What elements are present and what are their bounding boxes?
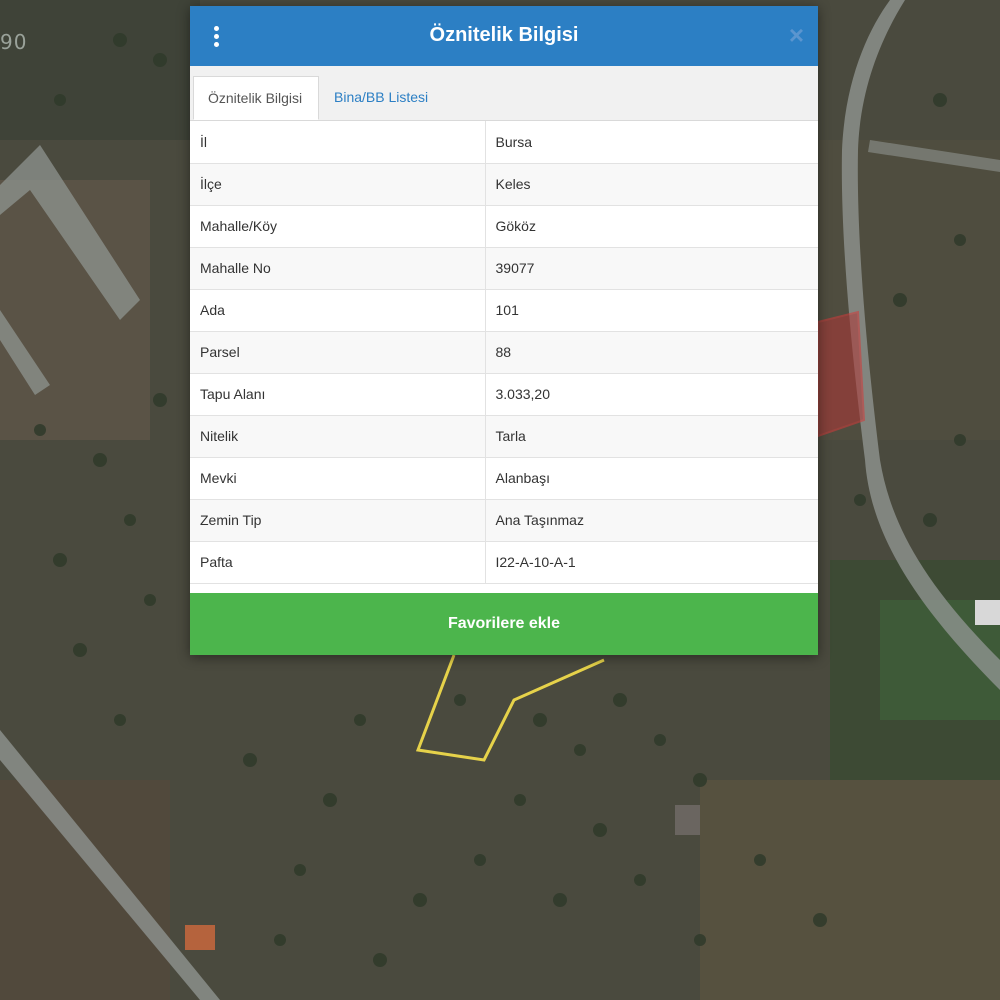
table-row: Tapu Alanı 3.033,20 [190, 373, 818, 416]
attribute-key: Tapu Alanı [190, 373, 486, 416]
attribute-key: Pafta [190, 541, 486, 584]
attribute-value: Keles [485, 163, 818, 206]
table-row: Zemin Tip Ana Taşınmaz [190, 499, 818, 542]
table-row: Mevki Alanbaşı [190, 457, 818, 500]
table-row: İlçe Keles [190, 163, 818, 206]
attribute-value: 88 [485, 331, 818, 374]
attribute-key: Mevki [190, 457, 486, 500]
attribute-value: 101 [485, 289, 818, 332]
table-row: Ada 101 [190, 289, 818, 332]
map-corner-label: 90 [0, 30, 28, 54]
attribute-value: Gököz [485, 205, 818, 248]
attribute-key: Nitelik [190, 415, 486, 458]
table-row: Pafta I22-A-10-A-1 [190, 541, 818, 584]
attribute-key: İlçe [190, 163, 486, 206]
add-to-favorites-button[interactable]: Favorilere ekle [190, 593, 818, 655]
tab-attribute-info[interactable]: Öznitelik Bilgisi [193, 76, 319, 120]
attribute-key: İl [190, 121, 486, 164]
table-row: İl Bursa [190, 121, 818, 164]
close-icon[interactable]: × [789, 20, 804, 50]
tab-building-list[interactable]: Bina/BB Listesi [320, 76, 442, 120]
attribute-key: Parsel [190, 331, 486, 374]
attribute-value: Ana Taşınmaz [485, 499, 818, 542]
attribute-value: 39077 [485, 247, 818, 290]
dialog-tabs: Öznitelik Bilgisi Bina/BB Listesi [190, 66, 818, 121]
dialog-header: Öznitelik Bilgisi × [190, 6, 818, 66]
table-row: Parsel 88 [190, 331, 818, 374]
table-row: Mahalle No 39077 [190, 247, 818, 290]
attribute-value: Bursa [485, 121, 818, 164]
attribute-key: Mahalle No [190, 247, 486, 290]
attribute-value: Alanbaşı [485, 457, 818, 500]
attribute-value: 3.033,20 [485, 373, 818, 416]
attribute-key: Zemin Tip [190, 499, 486, 542]
attribute-info-dialog: Öznitelik Bilgisi × Öznitelik Bilgisi Bi… [190, 6, 818, 655]
attribute-key: Mahalle/Köy [190, 205, 486, 248]
attribute-value: I22-A-10-A-1 [485, 541, 818, 584]
dialog-title: Öznitelik Bilgisi [429, 24, 579, 46]
attribute-key: Ada [190, 289, 486, 332]
attribute-value: Tarla [485, 415, 818, 458]
table-row: Mahalle/Köy Gököz [190, 205, 818, 248]
attribute-table: İl Bursa İlçe Keles Mahalle/Köy Gököz Mahalle … [190, 121, 818, 584]
table-row: Nitelik Tarla [190, 415, 818, 458]
